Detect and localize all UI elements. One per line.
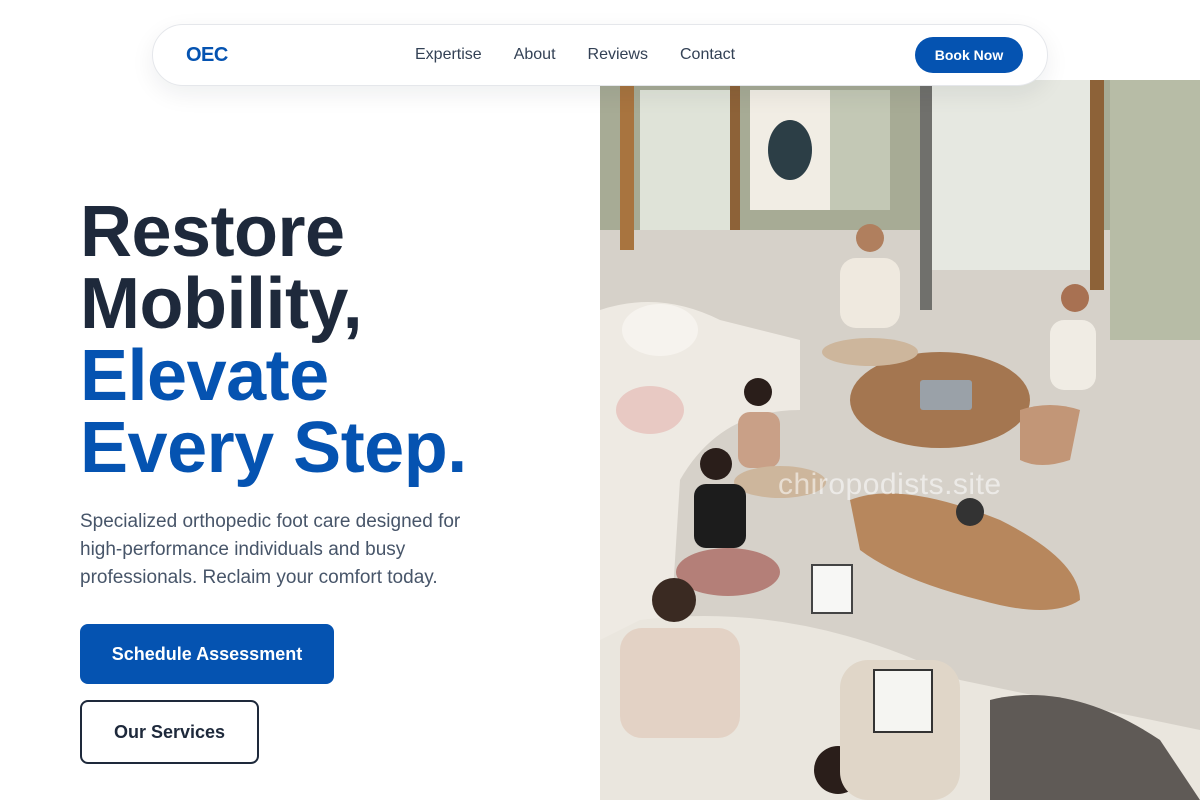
hero-title-line-2: Mobility, (80, 264, 363, 344)
hero-title-line-3: Elevate (80, 336, 329, 416)
our-services-button[interactable]: Our Services (80, 700, 259, 764)
book-now-button[interactable]: Book Now (915, 37, 1023, 73)
logo[interactable]: OEC (186, 44, 228, 67)
hero-title-line-4: Every Step. (80, 408, 467, 488)
nav-links: Expertise About Reviews Contact (415, 46, 735, 64)
hero-title-line-1: Restore (80, 192, 345, 272)
hero-title: Restore Mobility, Elevate Every Step. (80, 196, 467, 484)
landing-page: OEC Expertise About Reviews Contact Book… (0, 0, 1200, 800)
nav-link-expertise[interactable]: Expertise (415, 46, 482, 64)
nav-link-contact[interactable]: Contact (680, 46, 735, 64)
navbar: OEC Expertise About Reviews Contact Book… (152, 24, 1048, 86)
hero-description: Specialized orthopedic foot care designe… (80, 511, 461, 588)
nav-link-reviews[interactable]: Reviews (588, 46, 648, 64)
schedule-assessment-button[interactable]: Schedule Assessment (80, 624, 334, 684)
image-watermark: chiropodists.site (778, 468, 1002, 501)
nav-link-about[interactable]: About (514, 46, 556, 64)
hero-image: chiropodists.site (600, 80, 1200, 800)
